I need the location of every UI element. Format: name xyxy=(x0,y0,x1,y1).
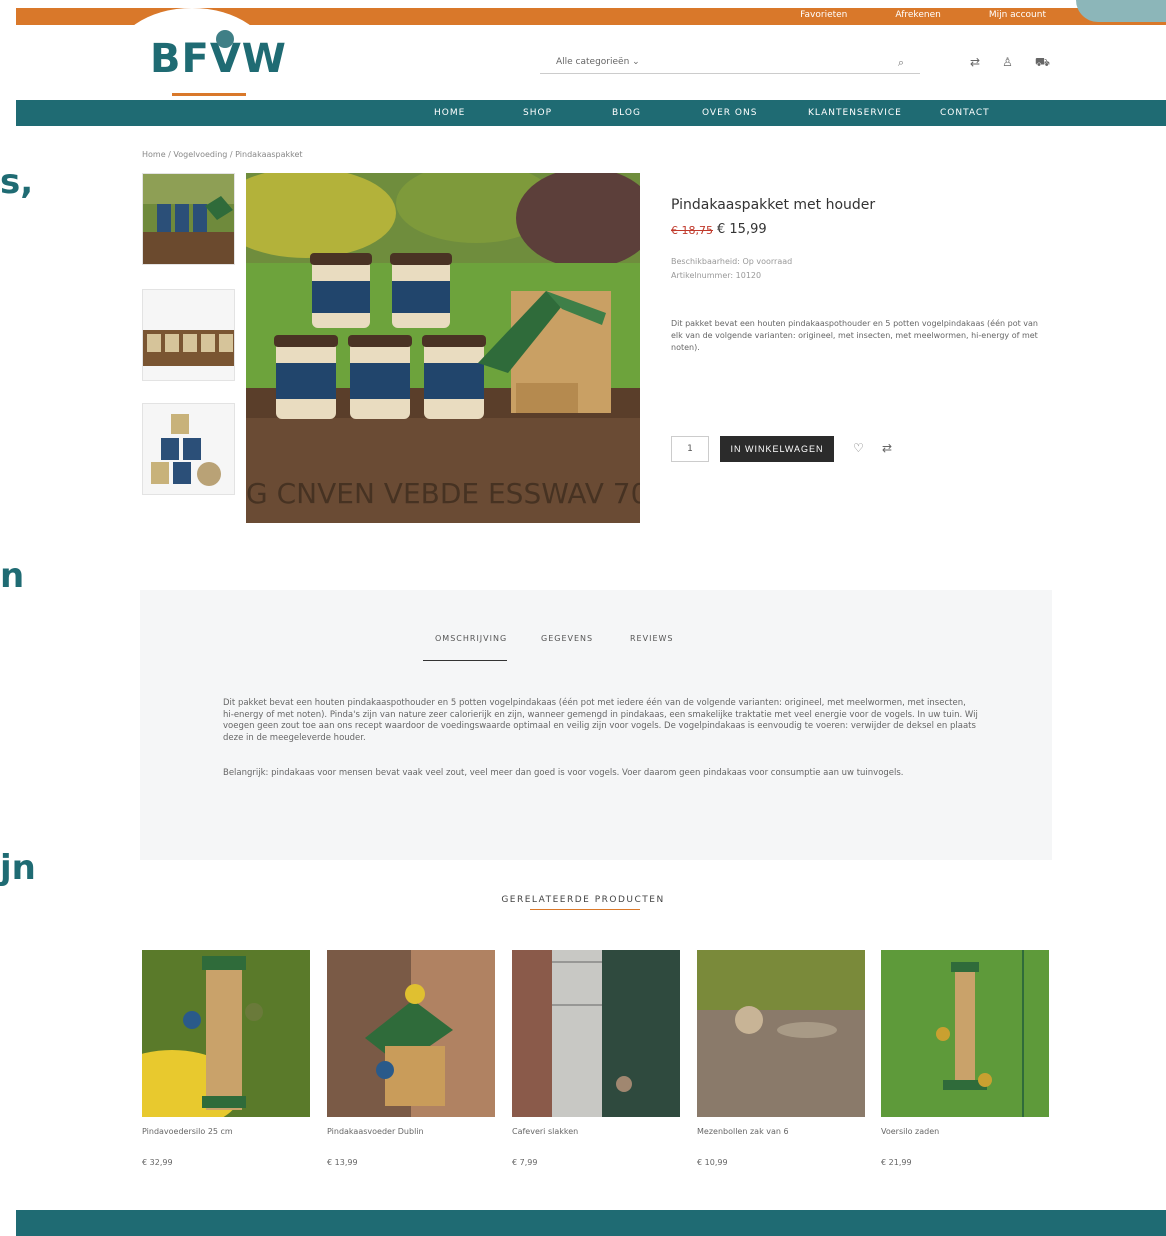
breadcrumb[interactable]: Home / Vogelvoeding / Pindakaaspakket xyxy=(142,150,303,159)
svg-text:G CNVEN VEBDE ESSWAV 700F: G CNVEN VEBDE ESSWAV 700F xyxy=(246,477,640,510)
logo-accent-bar xyxy=(172,93,246,96)
category-select[interactable]: Alle categorieën ⌄ xyxy=(556,57,640,67)
add-to-cart-button[interactable]: IN WINKELWAGEN xyxy=(720,436,834,462)
favorites-link[interactable]: Favorieten xyxy=(800,10,847,20)
related-product-image-1[interactable] xyxy=(142,950,310,1117)
product-old-price: € 18,75 xyxy=(671,224,713,237)
tab-omschrijving[interactable]: OMSCHRIJVING xyxy=(435,634,507,643)
compare-icon[interactable]: ⇄ xyxy=(882,441,892,455)
search-input[interactable] xyxy=(650,54,880,72)
search-bar: Alle categorieën ⌄ ⌕ xyxy=(540,52,920,74)
quantity-input[interactable]: 1 xyxy=(671,436,709,462)
site-footer xyxy=(16,1210,1166,1236)
product-thumbnail-3[interactable] xyxy=(142,403,235,495)
related-title-underline xyxy=(530,909,640,910)
tab-reviews[interactable]: REVIEWS xyxy=(630,634,674,643)
product-thumbnail-1[interactable] xyxy=(142,173,235,265)
related-product-price-5: € 21,99 xyxy=(881,1158,912,1167)
edge-text-1: s, xyxy=(0,162,34,202)
related-product-name-5[interactable]: Voersilo zaden xyxy=(881,1127,939,1136)
nav-blog[interactable]: BLOG xyxy=(612,108,641,118)
nav-contact[interactable]: CONTACT xyxy=(940,108,990,118)
bird-logo-icon xyxy=(216,30,234,48)
related-product-image-4[interactable] xyxy=(697,950,865,1117)
product-thumbnail-2[interactable] xyxy=(142,289,235,381)
nav-home[interactable]: HOME xyxy=(434,108,465,118)
product-main-image[interactable]: G CNVEN VEBDE ESSWAV 700F xyxy=(246,173,640,523)
header-icons: ⇄ ♙ ⛟ xyxy=(970,55,1050,71)
edge-text-3: jn xyxy=(0,848,36,888)
related-product-image-2[interactable] xyxy=(327,950,495,1117)
product-short-description: Dit pakket bevat een houten pindakaaspot… xyxy=(671,319,1038,352)
related-products-title: GERELATEERDE PRODUCTEN xyxy=(501,895,665,905)
product-price: € 15,99 xyxy=(717,222,767,237)
tab-description-note: Belangrijk: pindakaas voor mensen bevat … xyxy=(223,768,904,778)
account-link[interactable]: Mijn account xyxy=(989,10,1046,20)
wishlist-heart-icon[interactable]: ♡ xyxy=(853,441,864,455)
tab-gegevens[interactable]: GEGEVENS xyxy=(541,634,593,643)
cart-icon[interactable]: ⛟ xyxy=(1035,55,1050,71)
related-product-name-2[interactable]: Pindakaasvoeder Dublin xyxy=(327,1127,424,1136)
product-title: Pindakaaspakket met houder xyxy=(671,197,876,213)
corner-decoration xyxy=(1076,0,1166,22)
nav-over-ons[interactable]: OVER ONS xyxy=(702,108,757,118)
compare-icon[interactable]: ⇄ xyxy=(970,55,980,71)
user-icon[interactable]: ♙ xyxy=(1002,55,1013,71)
tab-description-text: Dit pakket bevat een houten pindakaaspot… xyxy=(223,698,978,743)
product-availability: Beschikbaarheid: Op voorraad xyxy=(671,257,793,266)
related-product-price-3: € 7,99 xyxy=(512,1158,538,1167)
main-nav: HOME SHOP BLOG OVER ONS KLANTENSERVICE C… xyxy=(16,100,1166,126)
related-product-price-1: € 32,99 xyxy=(142,1158,173,1167)
edge-text-2: n xyxy=(0,556,25,596)
related-product-image-3[interactable] xyxy=(512,950,680,1117)
active-tab-underline xyxy=(423,660,507,661)
related-product-price-4: € 10,99 xyxy=(697,1158,728,1167)
related-product-name-3[interactable]: Cafeveri slakken xyxy=(512,1127,578,1136)
nav-shop[interactable]: SHOP xyxy=(523,108,552,118)
search-icon[interactable]: ⌕ xyxy=(898,56,904,70)
product-sku: Artikelnummer: 10120 xyxy=(671,271,762,280)
related-product-price-2: € 13,99 xyxy=(327,1158,358,1167)
related-product-name-1[interactable]: Pindavoedersilo 25 cm xyxy=(142,1127,233,1136)
checkout-link[interactable]: Afrekenen xyxy=(895,10,940,20)
related-product-name-4[interactable]: Mezenbollen zak van 6 xyxy=(697,1127,789,1136)
related-product-image-5[interactable] xyxy=(881,950,1049,1117)
product-tabs-panel: OMSCHRIJVING GEGEVENS REVIEWS Dit pakket… xyxy=(140,590,1052,860)
nav-klantenservice[interactable]: KLANTENSERVICE xyxy=(808,108,902,118)
